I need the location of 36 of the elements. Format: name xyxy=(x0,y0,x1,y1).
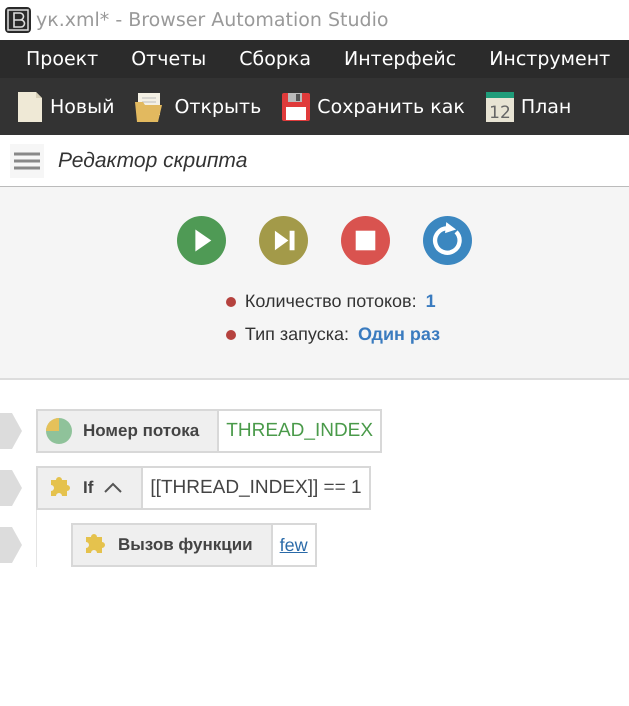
toolbar-button[interactable]: Сохранить как xyxy=(281,92,465,122)
info-label: Тип запуска: xyxy=(244,324,349,345)
info-label: Количество потоков: xyxy=(244,291,417,312)
window-title: ук.xml* - Browser Automation Studio xyxy=(36,9,388,31)
function-link[interactable]: few xyxy=(280,534,308,556)
menu-item[interactable]: Проект xyxy=(14,48,110,70)
action-block[interactable]: Номер потока THREAD_INDEX xyxy=(36,409,382,453)
info-value[interactable]: 1 xyxy=(426,291,436,312)
step-button[interactable] xyxy=(259,216,308,265)
play-button[interactable] xyxy=(177,216,226,265)
action-name: If xyxy=(83,478,94,498)
app-logo-icon xyxy=(4,6,32,34)
menu-item[interactable]: Инструмент xyxy=(477,48,622,70)
menu-item[interactable]: Интерфейс xyxy=(332,48,468,70)
menu-item[interactable]: Сборка xyxy=(227,48,324,70)
collapse-caret-icon[interactable] xyxy=(103,482,124,494)
menu-item[interactable]: Отчеты xyxy=(119,48,218,70)
info-value[interactable]: Один раз xyxy=(358,324,440,345)
bullet-icon xyxy=(226,296,236,306)
action-block[interactable]: If [[THREAD_INDEX]] == 1 xyxy=(36,466,371,510)
menu-icon[interactable] xyxy=(10,144,44,178)
document-icon xyxy=(16,90,44,124)
action-block[interactable]: Вызов функции few xyxy=(71,523,317,567)
action-parameter: [[THREAD_INDEX]] == 1 xyxy=(150,477,362,499)
editor-title: Редактор скрипта xyxy=(58,148,248,172)
calendar-icon: 12 xyxy=(484,90,515,122)
action-parameter: THREAD_INDEX xyxy=(226,420,374,442)
pie-chart-icon xyxy=(45,417,73,445)
action-name: Вызов функции xyxy=(118,535,253,555)
action-name: Номер потока xyxy=(83,421,200,441)
toolbar-button[interactable]: Открыть xyxy=(134,90,262,124)
toolbar-button[interactable]: Новый xyxy=(16,90,114,124)
restart-button[interactable] xyxy=(423,216,472,265)
toolbar-button[interactable]: 12 План xyxy=(484,90,572,122)
bullet-icon xyxy=(226,330,236,340)
stop-button[interactable] xyxy=(341,216,390,265)
